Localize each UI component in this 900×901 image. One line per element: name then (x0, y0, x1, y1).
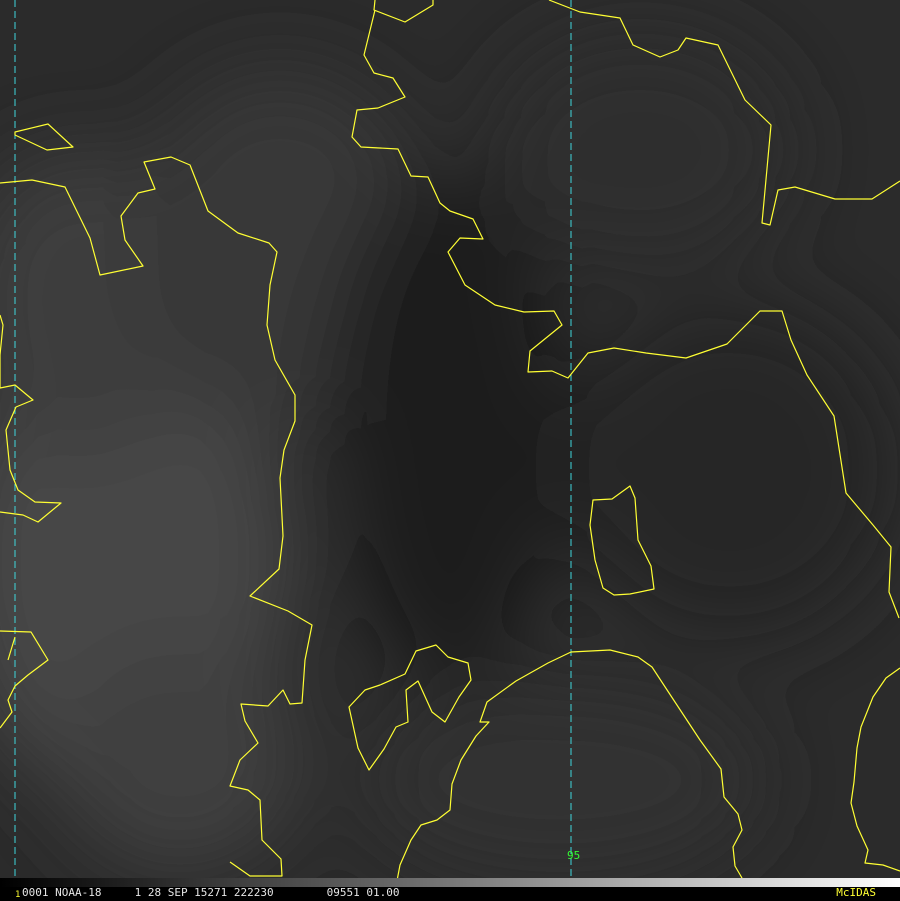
cloud-shading (0, 0, 900, 900)
satellite-image: 95 1 0001 NOAA-18 1 28 SEP 15271 222230 … (0, 0, 900, 900)
image-header-text: 0001 NOAA-18 1 28 SEP 15271 222230 09551… (22, 886, 400, 899)
status-bar: 1 0001 NOAA-18 1 28 SEP 15271 222230 095… (0, 876, 900, 901)
longitude-label: 95 (567, 849, 580, 862)
map-canvas: 95 (0, 0, 900, 900)
mcidas-brand: McIDAS (836, 886, 876, 899)
frame-number: 1 (15, 890, 21, 900)
